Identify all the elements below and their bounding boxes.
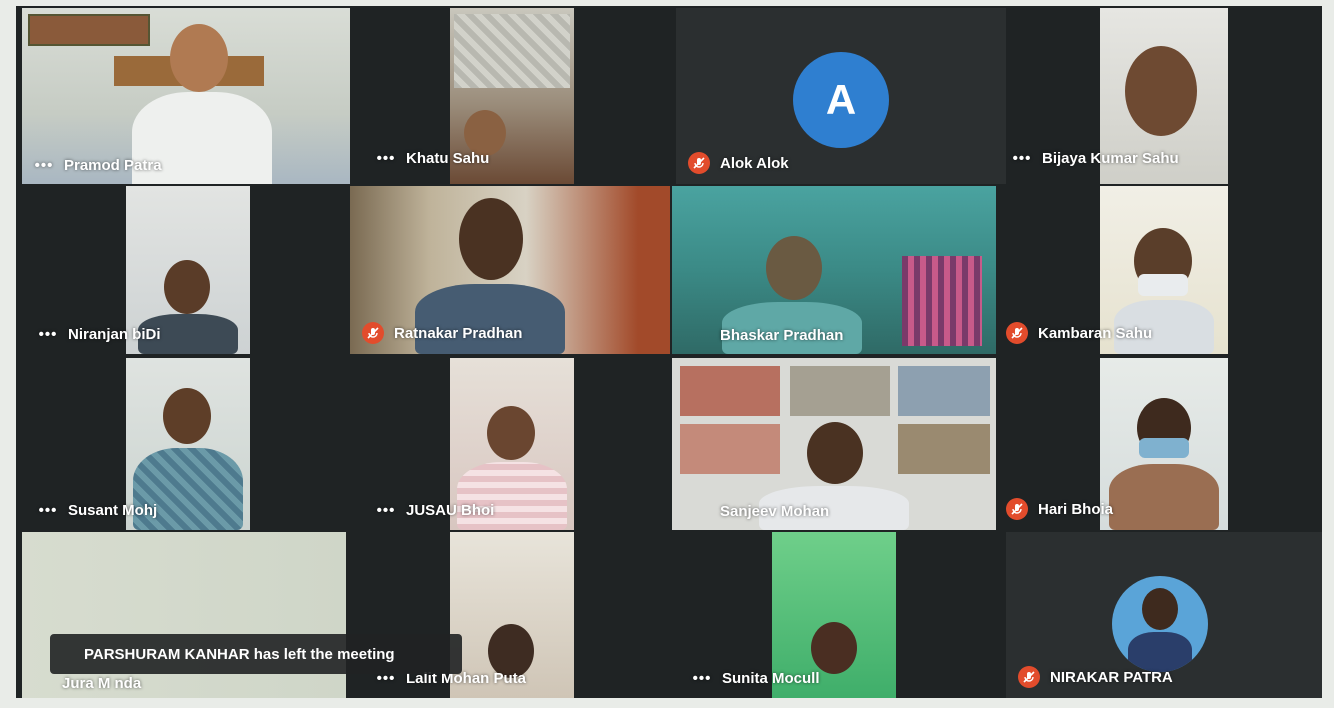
participant-name: Bijaya Kumar Sahu	[1042, 150, 1179, 167]
more-options-icon[interactable]: •••	[34, 157, 54, 174]
avatar	[1112, 576, 1208, 672]
participant-name: Sunita Mocull	[722, 670, 820, 687]
more-options-icon[interactable]: •••	[38, 326, 58, 343]
participant-tile[interactable]: Sanjeev Mohan	[672, 358, 996, 530]
participant-label: Jura M nda	[62, 675, 141, 692]
participant-tile[interactable]	[1100, 358, 1228, 530]
mic-muted-icon	[1018, 666, 1040, 688]
mic-muted-icon	[1006, 498, 1028, 520]
participant-name: Ratnakar Pradhan	[394, 324, 523, 342]
participant-name: NIRAKAR PATRA	[1050, 668, 1173, 686]
more-options-icon[interactable]: •••	[376, 150, 396, 167]
mic-muted-icon	[362, 322, 384, 344]
more-options-icon[interactable]: •••	[1012, 150, 1032, 167]
more-options-icon[interactable]: •••	[38, 502, 58, 519]
participant-name: Kambaran Sahu	[1038, 324, 1153, 342]
participant-label: Hari Bhoia	[1006, 498, 1113, 520]
more-options-icon[interactable]: •••	[692, 670, 712, 687]
participant-label: ••• Khatu Sahu	[376, 150, 490, 167]
avatar: A	[793, 52, 889, 148]
participant-label: Bhaskar Pradhan	[720, 327, 843, 344]
notification-toast: PARSHURAM KANHAR has left the meeting	[50, 634, 462, 674]
participant-label: ••• Sunita Mocull	[692, 670, 820, 687]
mic-muted-icon	[688, 152, 710, 174]
participant-label: Ratnakar Pradhan	[362, 322, 522, 344]
participant-name: Sanjeev Mohan	[720, 503, 830, 520]
participant-tile[interactable]: NIRAKAR PATRA	[1006, 532, 1322, 698]
participant-label: ••• Bijaya Kumar Sahu	[1012, 150, 1179, 167]
video-feed	[1100, 358, 1228, 530]
participant-label: NIRAKAR PATRA	[1018, 666, 1173, 688]
participant-name: JUSAU Bhoi	[406, 502, 495, 519]
more-options-icon[interactable]: •••	[376, 502, 396, 519]
participant-label: Kambaran Sahu	[1006, 322, 1152, 344]
participant-name: Jura M nda	[62, 675, 142, 692]
participant-label: ••• Niranjan biDi	[38, 326, 161, 343]
participant-name: Alok Alok	[720, 154, 789, 172]
participant-name: Niranjan biDi	[68, 326, 161, 343]
participant-tile[interactable]: Ratnakar Pradhan	[350, 186, 670, 354]
participant-tile[interactable]: A Alok Alok	[676, 8, 1006, 184]
participant-name: Pramod Patra	[64, 157, 162, 174]
participant-label: ••• Pramod Patra	[34, 157, 162, 174]
participant-label: Sanjeev Mohan	[720, 503, 829, 520]
participant-name: Bhaskar Pradhan	[720, 327, 844, 344]
participant-name: Hari Bhoia	[1038, 500, 1114, 518]
mic-muted-icon	[1006, 322, 1028, 344]
meeting-grid: ••• Pramod Patra ••• Khatu Sahu A Alok A…	[16, 6, 1322, 698]
toast-message: PARSHURAM KANHAR has left the meeting	[84, 645, 395, 663]
participant-label: ••• Susant Mohj	[38, 502, 158, 519]
participant-name: Khatu Sahu	[406, 150, 490, 167]
participant-name: Susant Mohj	[68, 502, 158, 519]
participant-label: Alok Alok	[688, 152, 789, 174]
participant-tile[interactable]: ••• Pramod Patra	[22, 8, 350, 184]
participant-tile[interactable]: Bhaskar Pradhan	[672, 186, 996, 354]
participant-label: ••• JUSAU Bhoi	[376, 502, 495, 519]
